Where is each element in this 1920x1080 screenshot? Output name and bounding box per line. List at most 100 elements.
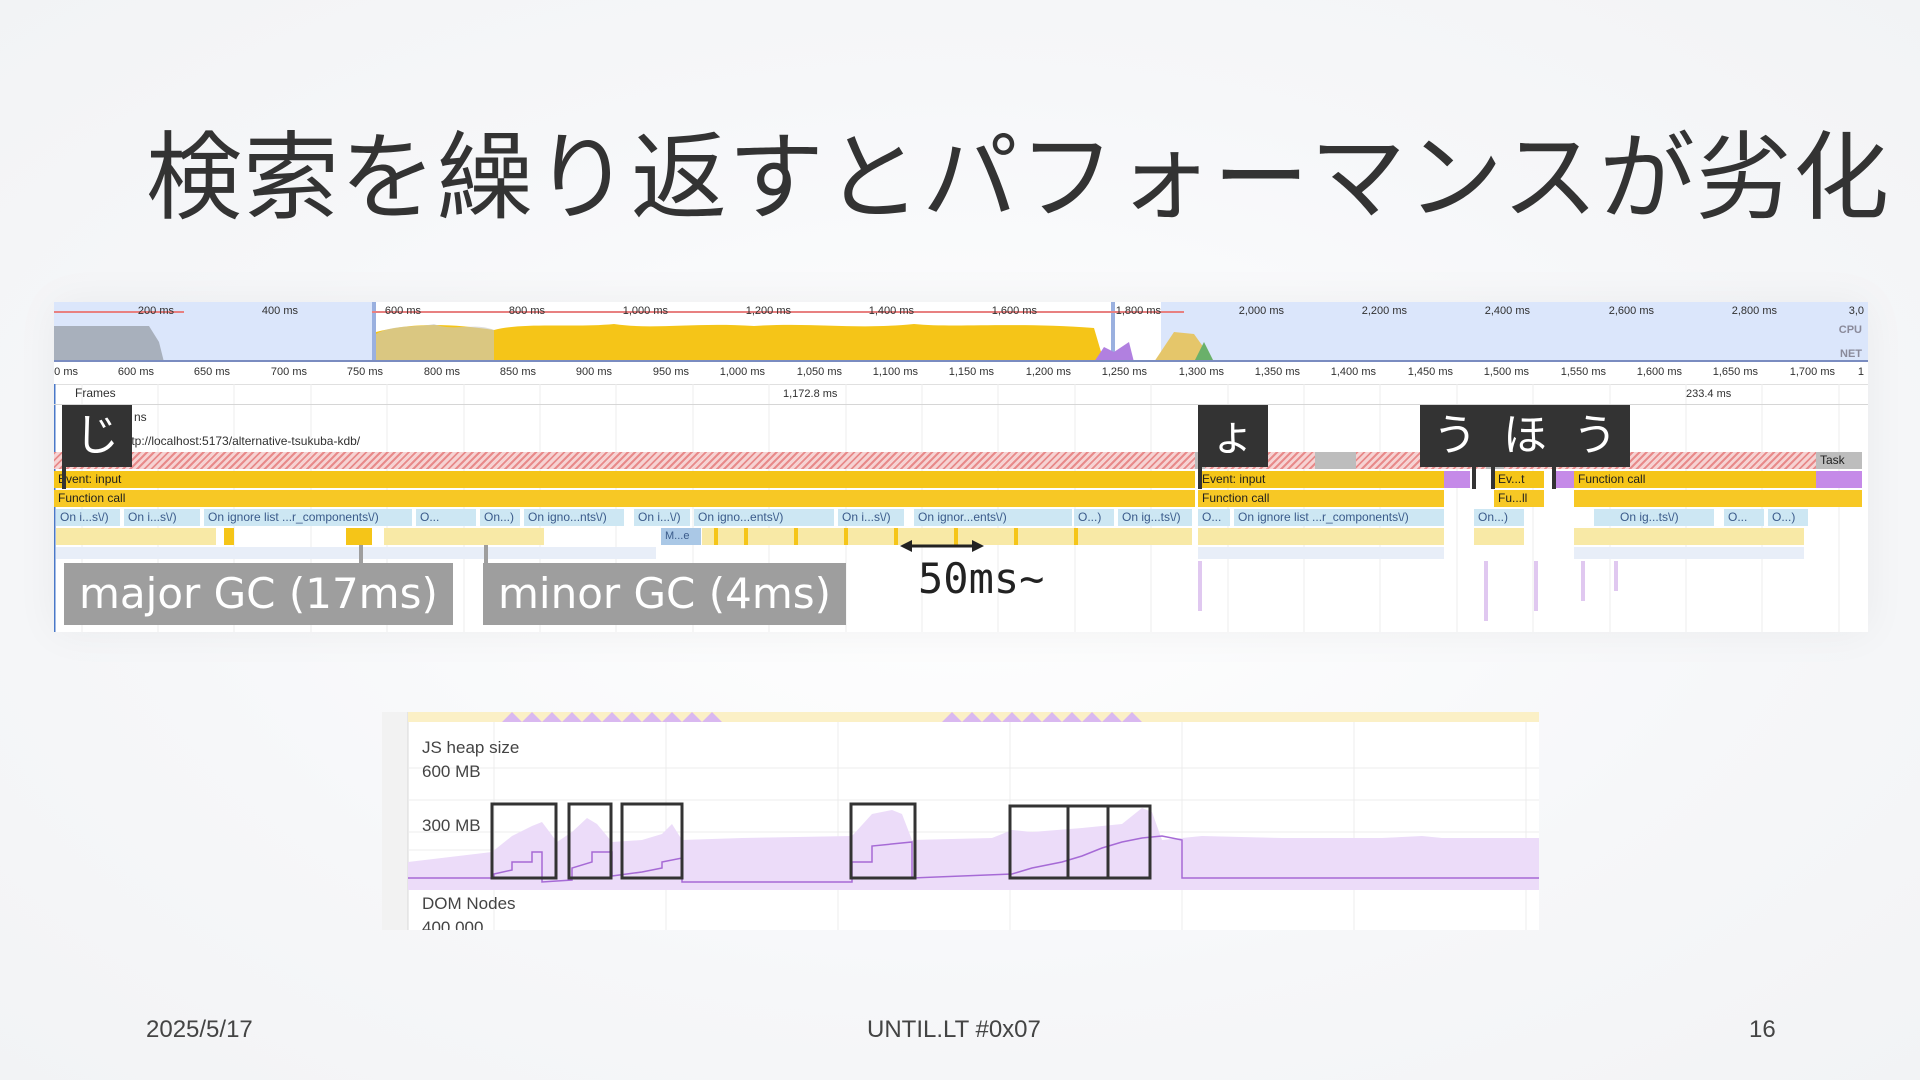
call-bar[interactable]: On i...\/) [634,509,690,526]
frame-duration: 1,172.8 ms [783,388,838,400]
function-call-bar[interactable] [1574,490,1862,507]
ruler-tick: 1,600 ms [1636,366,1682,378]
overview-tick: 1,600 ms [991,305,1037,317]
overview-tick: 400 ms [261,305,298,317]
slide-event: UNTIL.LT #0x07 [867,1016,1041,1043]
ruler-tick: 950 ms [652,366,689,378]
ruler-tick: 1,650 ms [1712,366,1758,378]
ruler-tick: 700 ms [270,366,307,378]
annotation-char: じ [62,405,132,467]
call-bar[interactable]: On i...s\/) [838,509,904,526]
ruler-tick: 1,150 ms [948,366,994,378]
ruler-tick: 1 [1857,366,1864,378]
call-bar[interactable]: O...) [1074,509,1114,526]
annotation-char: う [1420,405,1490,467]
ruler-tick: 1,300 ms [1178,366,1224,378]
task-bar[interactable] [1315,452,1356,469]
call-bar[interactable]: On...) [480,509,520,526]
overview-tick: 600 ms [384,305,421,317]
function-call-bar[interactable]: Function call [54,490,1195,507]
ruler-tick: 1,700 ms [1789,366,1835,378]
call-bar[interactable]: On ignore list ...r_components\/) [1234,509,1444,526]
annotation-tick [1198,467,1202,489]
ruler-tick: 650 ms [193,366,230,378]
performance-panel[interactable]: 200 ms 400 ms 600 ms 800 ms 1,000 ms 1,2… [54,302,1868,632]
event-purple-bar[interactable] [1444,471,1470,488]
ruler-tick: 1,500 ms [1483,366,1529,378]
call-bar[interactable]: On i...s\/) [56,509,120,526]
ruler-tick: 1,100 ms [872,366,918,378]
frame-duration: 233.4 ms [1686,388,1732,400]
event-purple-bar[interactable] [1554,471,1574,488]
ruler-tick: 850 ms [499,366,536,378]
overview-tick: 2,400 ms [1484,305,1530,317]
ruler-tick: 600 ms [117,366,154,378]
slide-title: 検索を繰り返すとパフォーマンスが劣化 [146,122,1891,234]
ruler-tick: 1,200 ms [1025,366,1071,378]
overview-tick: 800 ms [508,305,545,317]
major-gc-label: major GC (17ms) [64,563,453,625]
function-call-bar[interactable]: Function call [1198,490,1444,507]
main-thread-url[interactable]: ttp://localhost:5173/alternative-tsukuba… [128,434,360,448]
overview-tick: 1,200 ms [745,305,791,317]
overview-tick: 200 ms [137,305,174,317]
ruler-tick: 1,450 ms [1407,366,1453,378]
time-ruler: 0 ms 600 ms 650 ms 700 ms 750 ms 800 ms … [54,362,1868,385]
ruler-tick: 0 ms [54,366,78,378]
duration-arrow [900,540,984,552]
net-label: NET [1840,348,1862,360]
event-input-bar[interactable]: Event: input [1198,471,1444,488]
ruler-tick: 800 ms [423,366,460,378]
cpu-label: CPU [1838,324,1862,336]
ruler-tick: 1,050 ms [796,366,842,378]
memory-panel[interactable]: JS heap size 600 MB 300 MB DOM Nodes 400… [382,712,1539,930]
duration-label: 50ms~ [918,554,1045,603]
frames-label[interactable]: Frames [75,386,116,400]
heap-axis-label: 600 MB [422,762,481,781]
interactions-label[interactable]: ns [134,410,147,424]
slide-date: 2025/5/17 [146,1016,253,1043]
heap-axis-label: 300 MB [422,816,481,835]
event-purple-bar[interactable] [1816,471,1862,488]
dom-nodes-value: 400,000 [422,918,484,930]
call-bar[interactable]: O... [416,509,476,526]
overview-tick: 2,800 ms [1731,305,1777,317]
call-bar[interactable]: On ig...ts\/) [1594,509,1714,526]
function-call-bar[interactable]: Function call [1574,471,1816,488]
long-task-bar[interactable] [54,452,1195,469]
ruler-tick: 1,350 ms [1254,366,1300,378]
call-bar[interactable]: O...) [1768,509,1808,526]
call-bar[interactable]: O... [1724,509,1764,526]
task-label-bar[interactable]: Task [1816,452,1862,469]
annotation-tick [1491,467,1495,489]
ruler-tick: 1,400 ms [1330,366,1376,378]
overview-tick: 2,200 ms [1361,305,1407,317]
call-bar[interactable]: On ignor...ents\/) [914,509,1072,526]
overview-tick: 1,800 ms [1115,305,1161,317]
annotation-tick [1472,467,1476,489]
call-bar[interactable]: On igno...ents\/) [694,509,834,526]
overview-tick: 1,000 ms [622,305,668,317]
call-bar[interactable]: On i...s\/) [124,509,200,526]
annotation-char: う [1560,405,1630,467]
call-bar[interactable]: On igno...nts\/) [524,509,624,526]
heap-size-label: JS heap size [422,738,520,757]
overview-tick: 1,400 ms [868,305,914,317]
gc-connector [359,545,363,565]
event-input-bar[interactable]: Event: input [54,471,1195,488]
annotation-char: ほ [1490,405,1560,467]
call-bar[interactable]: On ig...ts\/) [1118,509,1192,526]
call-bar[interactable]: O... [1198,509,1230,526]
overview-strip[interactable]: 200 ms 400 ms 600 ms 800 ms 1,000 ms 1,2… [54,302,1868,362]
annotation-char: ょ [1198,405,1268,467]
ruler-tick: 1,250 ms [1101,366,1147,378]
call-bar[interactable]: On ignore list ...r_components\/) [204,509,412,526]
event-short-bar[interactable]: Ev...t [1494,471,1544,488]
memory-chart [382,712,1539,930]
overview-tick: 2,600 ms [1608,305,1654,317]
call-bar[interactable]: On...) [1474,509,1524,526]
ruler-tick: 1,000 ms [719,366,765,378]
function-short-bar[interactable]: Fu...ll [1494,490,1544,507]
dom-nodes-label: DOM Nodes [422,894,516,913]
overview-tick: 2,000 ms [1238,305,1284,317]
